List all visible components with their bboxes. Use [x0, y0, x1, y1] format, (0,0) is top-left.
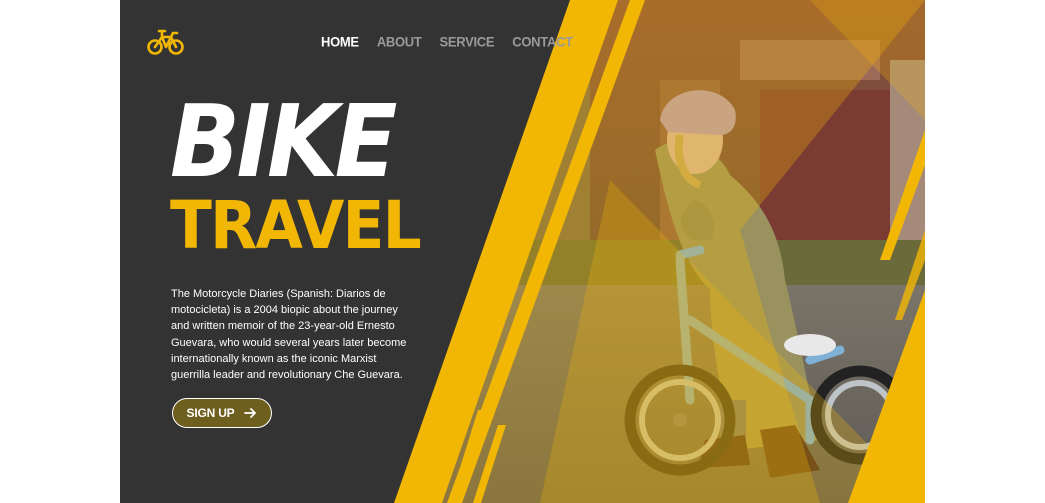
main-nav: HOME ABOUT SERVICE CONTACT — [321, 33, 573, 49]
sign-up-button[interactable]: SIGN UP — [172, 398, 272, 428]
nav-home[interactable]: HOME — [321, 33, 359, 49]
hero-title-line1: BIKE — [170, 83, 397, 200]
hero-description: The Motorcycle Diaries (Spanish: Diarios… — [171, 288, 407, 382]
hero-title-line2: TRAVEL — [170, 187, 422, 264]
landing-page: HOME ABOUT SERVICE CONTACT BIKE TRAVEL T… — [120, 0, 925, 503]
bicycle-icon — [147, 29, 184, 55]
logo[interactable] — [147, 27, 185, 57]
sign-up-label: SIGN UP — [186, 406, 235, 420]
nav-service[interactable]: SERVICE — [440, 33, 495, 49]
arrow-right-icon — [244, 408, 257, 418]
nav-about[interactable]: ABOUT — [377, 33, 422, 49]
nav-contact[interactable]: CONTACT — [512, 33, 573, 49]
